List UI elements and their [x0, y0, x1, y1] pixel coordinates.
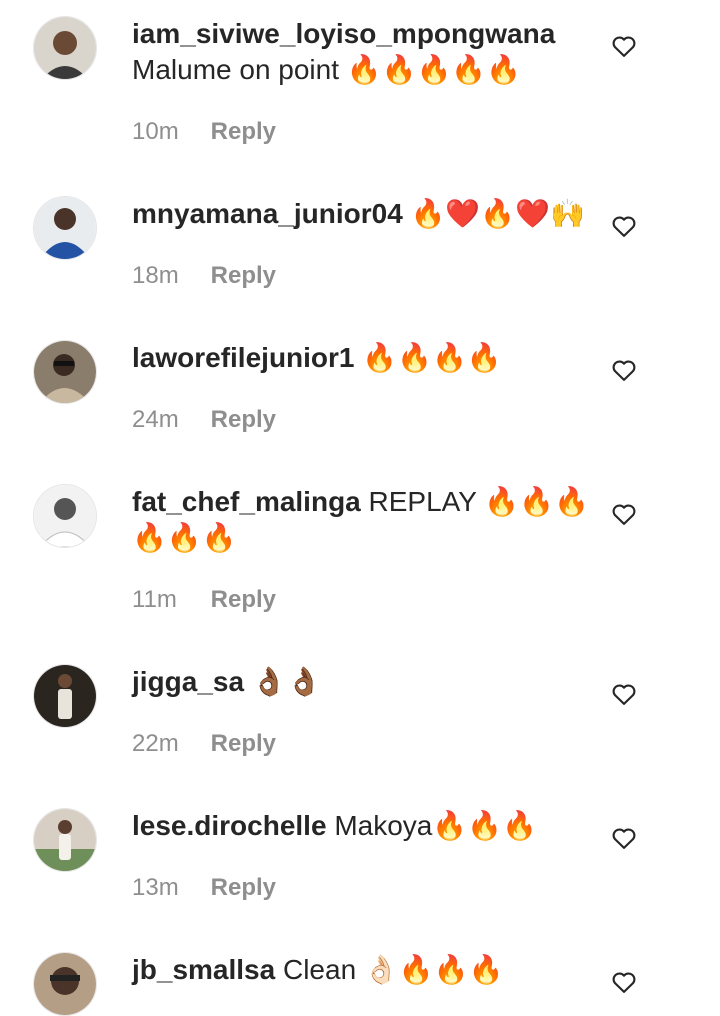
comment-body: mnyamana_junior04 🔥❤️🔥❤️🙌	[132, 196, 592, 232]
comment-text: Makoya🔥🔥🔥	[334, 810, 537, 841]
username[interactable]: fat_chef_malinga	[132, 486, 361, 517]
like-button[interactable]	[610, 356, 638, 384]
timestamp: 24m	[132, 406, 179, 433]
heart-icon	[612, 828, 636, 849]
like-button[interactable]	[610, 212, 638, 240]
like-button[interactable]	[610, 680, 638, 708]
like-button[interactable]	[610, 968, 638, 996]
avatar[interactable]	[33, 196, 97, 260]
comment-text: 🔥🔥🔥🔥	[362, 342, 502, 373]
comment-text: Malume on point 🔥🔥🔥🔥🔥	[132, 54, 522, 85]
comment-body: jb_smallsa Clean 👌🏻🔥🔥🔥	[132, 952, 592, 988]
comment-meta: 24m Reply	[132, 406, 276, 434]
username[interactable]: laworefilejunior1	[132, 342, 355, 373]
username[interactable]: lese.dirochelle	[132, 810, 327, 841]
comment-meta: 11m Reply	[132, 586, 276, 614]
comment-text: Clean 👌🏻🔥🔥🔥	[282, 954, 504, 985]
heart-icon	[612, 972, 636, 993]
heart-icon	[612, 216, 636, 237]
heart-icon	[612, 504, 636, 525]
like-button[interactable]	[610, 824, 638, 852]
comment-body: iam_siviwe_loyiso_mpongwana Malume on po…	[132, 16, 592, 88]
avatar[interactable]	[33, 952, 97, 1016]
comment-text: REPLAY 🔥🔥🔥	[368, 486, 589, 517]
comment-body: laworefilejunior1 🔥🔥🔥🔥	[132, 340, 592, 376]
reply-button[interactable]: Reply	[211, 262, 276, 289]
comment-meta: 22m Reply	[132, 730, 276, 758]
avatar[interactable]	[33, 664, 97, 728]
comment-text-cont: 🔥🔥🔥	[132, 522, 237, 553]
username[interactable]: iam_siviwe_loyiso_mpongwana	[132, 18, 555, 49]
comment-meta: 13m Reply	[132, 874, 276, 902]
timestamp: 11m	[132, 586, 177, 613]
avatar[interactable]	[33, 808, 97, 872]
like-button[interactable]	[610, 32, 638, 60]
reply-button[interactable]: Reply	[211, 586, 276, 613]
avatar[interactable]	[33, 340, 97, 404]
comment-body: fat_chef_malinga REPLAY 🔥🔥🔥 🔥🔥🔥	[132, 484, 592, 556]
username[interactable]: jigga_sa	[132, 666, 244, 697]
comment-text: 👌🏾👌🏾	[251, 666, 322, 697]
timestamp: 13m	[132, 874, 179, 901]
heart-icon	[612, 684, 636, 705]
reply-button[interactable]: Reply	[211, 118, 276, 145]
reply-button[interactable]: Reply	[211, 406, 276, 433]
comment-meta: 10m Reply	[132, 118, 276, 146]
reply-button[interactable]: Reply	[211, 874, 276, 901]
username[interactable]: jb_smallsa	[132, 954, 275, 985]
comment-text: 🔥❤️🔥❤️🙌	[410, 198, 585, 229]
avatar[interactable]	[33, 16, 97, 80]
reply-button[interactable]: Reply	[211, 730, 276, 757]
timestamp: 22m	[132, 730, 179, 757]
heart-icon	[612, 36, 636, 57]
heart-icon	[612, 360, 636, 381]
username[interactable]: mnyamana_junior04	[132, 198, 403, 229]
timestamp: 10m	[132, 118, 179, 145]
avatar[interactable]	[33, 484, 97, 548]
like-button[interactable]	[610, 500, 638, 528]
comment-meta: 18m Reply	[132, 262, 276, 290]
comment-body: jigga_sa 👌🏾👌🏾	[132, 664, 592, 700]
comment-body: lese.dirochelle Makoya🔥🔥🔥	[132, 808, 592, 844]
timestamp: 18m	[132, 262, 179, 289]
